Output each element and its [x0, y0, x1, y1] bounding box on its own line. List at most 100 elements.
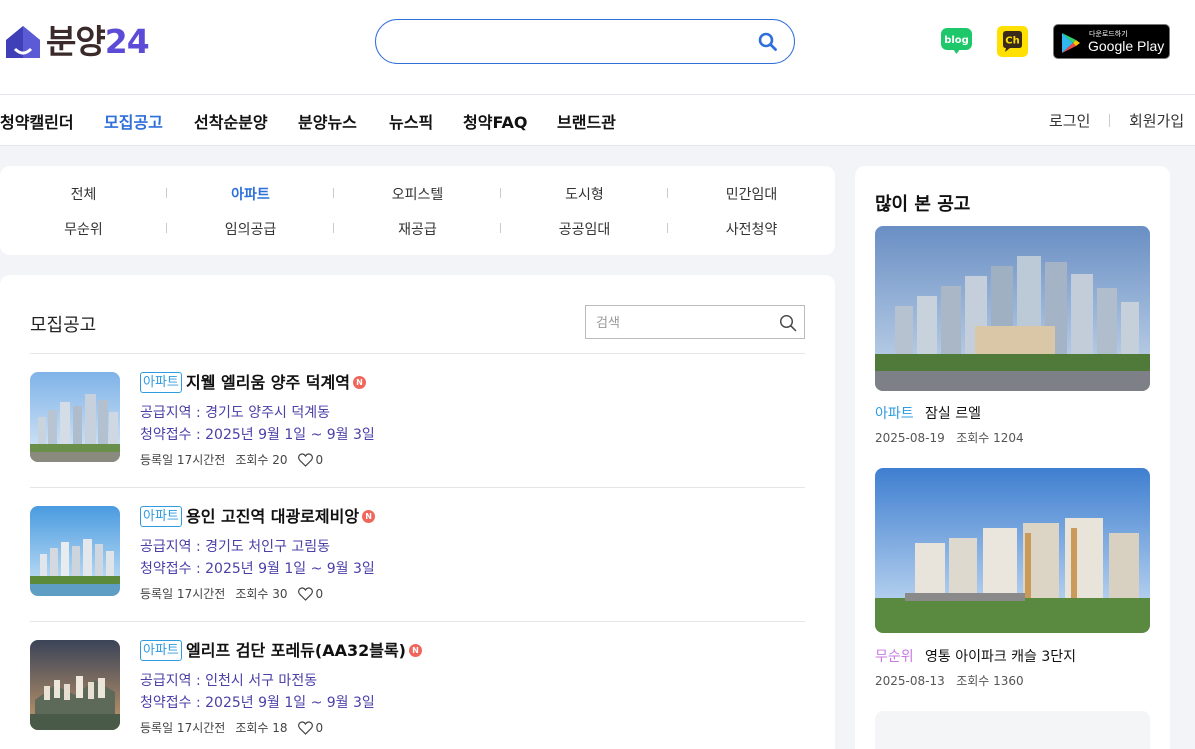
application-period: 청약접수 : 2025년 9월 1일 ~ 9월 3일	[140, 427, 375, 443]
search-icon[interactable]	[758, 32, 778, 56]
popular-notices: 많이 본 공고 아파트 잠실 르엘 2025-08-19 조회수 1204 무순…	[855, 166, 1170, 749]
like-count: 0	[315, 720, 324, 735]
listing-footer: 등록일 17시간전 조회수 20 0	[140, 451, 343, 468]
nav-item-news[interactable]: 분양뉴스	[298, 109, 357, 133]
application-period: 청약접수 : 2025년 9월 1일 ~ 9월 3일	[140, 561, 375, 577]
registered-date: 등록일 17시간전	[140, 453, 226, 467]
listing-title[interactable]: 지웰 엘리움 양주 덕계역 N	[186, 372, 366, 394]
listing-title-text: 엘리프 검단 포레듀(AA32블록)	[186, 641, 406, 660]
view-count: 조회수 18	[235, 721, 288, 735]
nav-item-notice[interactable]: 모집공고	[104, 109, 163, 133]
category-resupply[interactable]: 재공급	[334, 219, 501, 239]
category-separator	[500, 223, 501, 233]
supply-region: 공급지역 : 인천시 서구 마전동	[140, 673, 318, 689]
signup-link[interactable]: 회원가입	[1129, 110, 1184, 131]
supply-region: 공급지역 : 경기도 처인구 고림동	[140, 539, 330, 555]
list-title: 모집공고	[30, 315, 97, 336]
main-search-input[interactable]	[394, 28, 754, 56]
heart-icon	[297, 720, 313, 735]
heart-icon	[297, 452, 313, 467]
sidebar-title: 많이 본 공고	[875, 194, 971, 215]
like-button[interactable]: 0	[297, 586, 334, 601]
list-item[interactable]: 아파트 용인 고진역 대광로제비앙 N 공급지역 : 경기도 처인구 고림동 청약…	[30, 506, 805, 616]
google-play-text: Google Play	[1088, 38, 1165, 54]
nav-item-calendar[interactable]: 청약캘린더	[0, 109, 74, 133]
type-tag: 아파트	[140, 506, 182, 527]
nav-item-newspick[interactable]: 뉴스픽	[389, 109, 433, 133]
google-play-button[interactable]: 다운로드하기 Google Play	[1053, 24, 1170, 59]
like-count: 0	[315, 586, 324, 601]
category-separator	[166, 223, 167, 233]
listing-footer: 등록일 17시간전 조회수 30 0	[140, 585, 343, 602]
google-play-icon	[1062, 33, 1080, 53]
notice-list: 모집공고 아파트 지웰 엘리움 양주 덕계역N 공급지	[0, 275, 835, 749]
list-item[interactable]: 아파트 지웰 엘리움 양주 덕계역 N 공급지역 : 경기도 양주시 덕계동 청약…	[30, 372, 805, 482]
application-period: 청약접수 : 2025년 9월 1일 ~ 9월 3일	[140, 695, 375, 711]
divider	[30, 353, 805, 354]
category-officetel[interactable]: 오피스텔	[334, 184, 501, 204]
popular-item-name[interactable]: 영통 아이파크 캐슬 3단지	[925, 646, 1076, 666]
divider	[30, 621, 805, 622]
popular-item-image[interactable]	[875, 468, 1150, 633]
category-unranked[interactable]: 무순위	[0, 219, 167, 239]
view-count: 조회수 30	[235, 587, 288, 601]
nav-item-first-come[interactable]: 선착순분양	[194, 109, 268, 133]
category-separator	[500, 188, 501, 198]
supply-region: 공급지역 : 경기도 양주시 덕계동	[140, 405, 330, 421]
category-apartment[interactable]: 아파트	[167, 184, 334, 204]
nav-item-brand[interactable]: 브랜드관	[557, 109, 616, 133]
new-badge: N	[362, 510, 376, 523]
logo[interactable]: 분양 24	[4, 22, 150, 62]
search-icon[interactable]	[779, 314, 797, 336]
category-separator	[166, 188, 167, 198]
popular-item-tag: 무순위	[875, 649, 914, 665]
category-separator	[333, 223, 334, 233]
like-button[interactable]: 0	[297, 720, 334, 735]
list-search-input[interactable]	[596, 312, 766, 332]
main-search-box	[375, 19, 795, 64]
listing-thumbnail[interactable]	[30, 506, 120, 596]
new-badge: N	[352, 376, 366, 389]
listing-title[interactable]: 용인 고진역 대광로제비앙 N	[186, 506, 376, 528]
blog-icon[interactable]: blog	[941, 28, 972, 55]
popular-item-name[interactable]: 잠실 르엘	[925, 403, 981, 423]
category-arbitrary-supply[interactable]: 임의공급	[167, 219, 334, 239]
listing-title-text: 지웰 엘리움 양주 덕계역	[186, 373, 350, 392]
new-badge: N	[409, 644, 422, 657]
category-filter: 전체 아파트 오피스텔 도시형 민간임대 무순위 임의공급 재공급 공공임대 사…	[0, 166, 835, 255]
kakao-channel-icon[interactable]: Ch	[997, 26, 1028, 57]
type-tag: 아파트	[140, 640, 182, 661]
category-pre-subscription[interactable]: 사전청약	[668, 219, 835, 239]
popular-item-image[interactable]	[875, 226, 1150, 391]
list-item[interactable]: 아파트 엘리프 검단 포레듀(AA32블록) N 공급지역 : 인천시 서구 마전…	[30, 640, 805, 749]
listing-thumbnail[interactable]	[30, 640, 120, 730]
category-separator	[333, 188, 334, 198]
blog-label: blog	[944, 35, 969, 46]
main-nav: 청약캘린더 모집공고 선착순분양 분양뉴스 뉴스픽 청약FAQ 브랜드관 로그인…	[0, 95, 1195, 146]
house-icon	[6, 26, 40, 58]
listing-footer: 등록일 17시간전 조회수 18 0	[140, 719, 343, 736]
listing-title-text: 용인 고진역 대광로제비앙	[186, 507, 360, 526]
popular-item-views: 조회수 1360	[956, 674, 1024, 688]
category-urban[interactable]: 도시형	[501, 184, 668, 204]
listing-title[interactable]: 엘리프 검단 포레듀(AA32블록) N	[186, 640, 422, 662]
listing-thumbnail[interactable]	[30, 372, 120, 462]
heart-icon	[297, 586, 313, 601]
nav-item-faq[interactable]: 청약FAQ	[463, 109, 528, 133]
like-button[interactable]: 0	[297, 452, 334, 467]
category-separator	[667, 188, 668, 198]
nav-divider	[1109, 114, 1110, 127]
popular-item-date: 2025-08-13	[875, 674, 945, 688]
list-search-box	[585, 305, 805, 339]
like-count: 0	[315, 452, 324, 467]
category-public-rental[interactable]: 공공임대	[501, 219, 668, 239]
registered-date: 등록일 17시간전	[140, 587, 226, 601]
login-link[interactable]: 로그인	[1049, 110, 1090, 131]
logo-number: 24	[104, 22, 150, 61]
registered-date: 등록일 17시간전	[140, 721, 226, 735]
logo-text: 분양	[46, 22, 106, 61]
category-all[interactable]: 전체	[0, 184, 167, 204]
category-private-rental[interactable]: 민간임대	[668, 184, 835, 204]
popular-item-meta: 2025-08-13 조회수 1360	[875, 672, 1024, 689]
header: 분양 24 blog Ch 다운로드하기 Google Play	[0, 0, 1195, 95]
